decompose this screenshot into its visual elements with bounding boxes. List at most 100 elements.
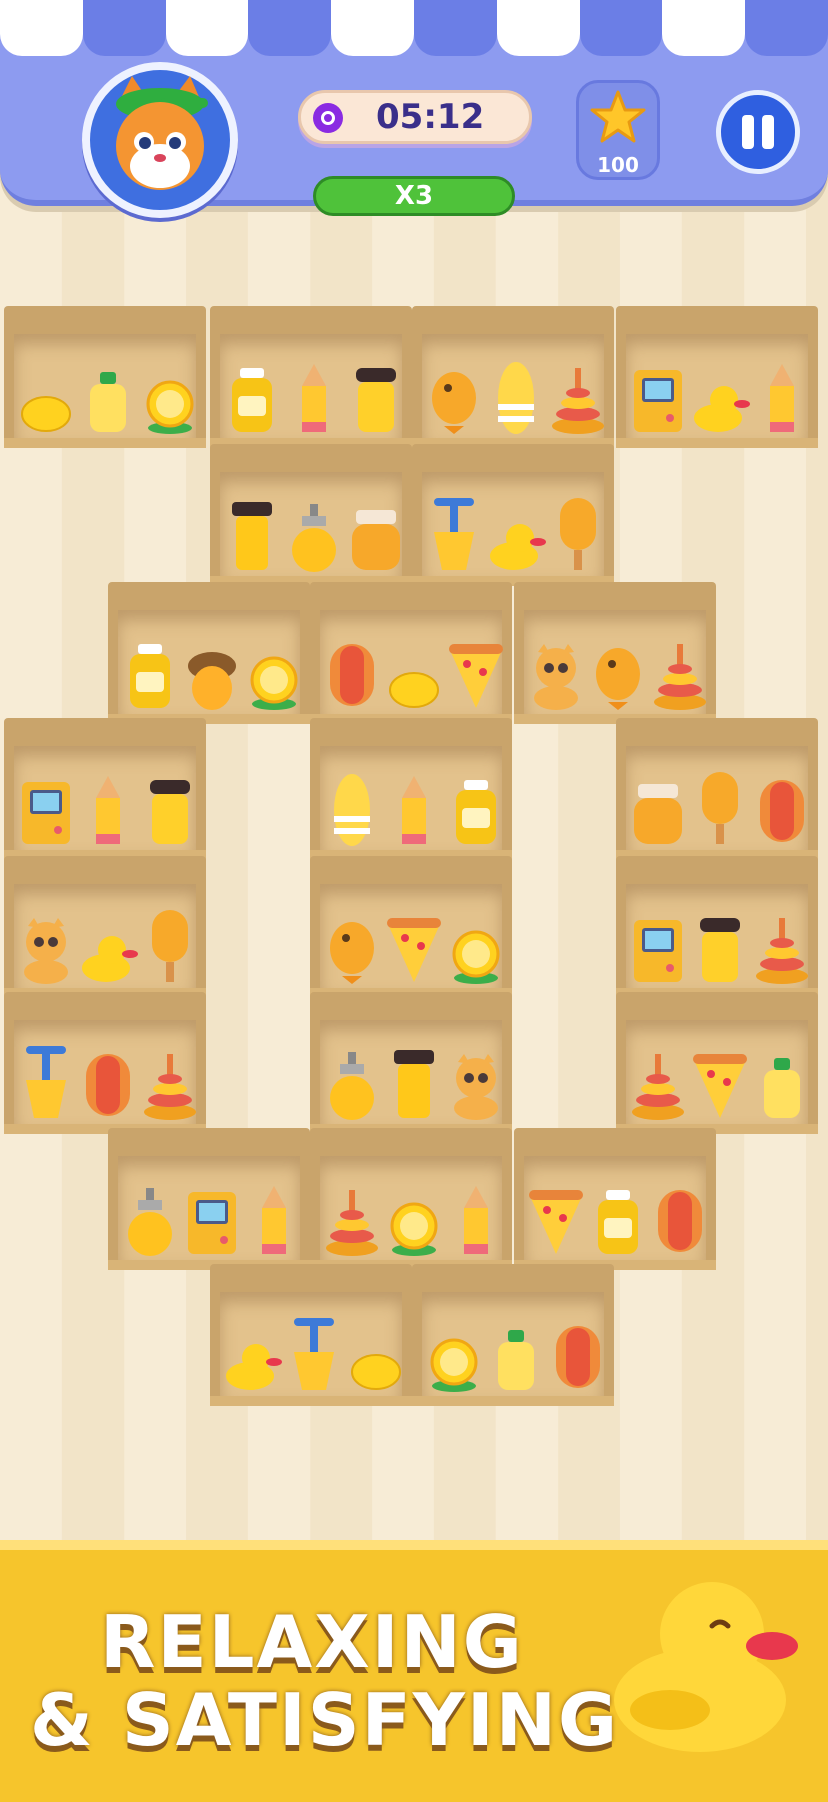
hotdog-icon[interactable]	[754, 780, 810, 846]
fish-icon[interactable]	[426, 370, 482, 434]
honey-bottle-icon[interactable]	[122, 1188, 178, 1256]
fish-icon[interactable]	[324, 920, 380, 984]
honey-jar-icon[interactable]	[348, 508, 404, 572]
pizza-slice-icon[interactable]	[386, 918, 442, 984]
lemon-slice-icon[interactable]	[142, 370, 198, 434]
ring-stacker-icon[interactable]	[550, 368, 606, 434]
mustard-jar-icon[interactable]	[122, 644, 178, 710]
shelf	[412, 1264, 614, 1406]
cat-figure-icon[interactable]	[448, 1054, 504, 1120]
cat-mascot-icon	[116, 76, 208, 190]
shelf	[310, 992, 512, 1134]
shelf	[514, 582, 716, 724]
shelf	[310, 582, 512, 724]
promo-text: RELAXING & SATISFYING	[30, 1600, 619, 1762]
rubber-duck-icon[interactable]	[488, 508, 546, 572]
juice-bottle-icon[interactable]	[80, 370, 136, 434]
pencil-icon[interactable]	[448, 1186, 504, 1256]
hotdog-icon[interactable]	[652, 1190, 708, 1256]
shelf	[616, 718, 818, 860]
popsicle-icon[interactable]	[550, 498, 606, 572]
shelf	[4, 306, 206, 448]
cat-figure-icon[interactable]	[18, 918, 74, 984]
shelf	[210, 1264, 412, 1406]
shelf	[108, 582, 310, 724]
honey-jar-icon[interactable]	[630, 782, 686, 846]
pizza-slice-icon[interactable]	[528, 1190, 584, 1256]
popsicle-icon[interactable]	[142, 910, 198, 984]
timer-text: 05:12	[376, 97, 485, 137]
shelf	[616, 856, 818, 998]
lemon-slice-icon[interactable]	[246, 646, 302, 710]
lemon-icon[interactable]	[18, 370, 74, 434]
juice-bottle-icon[interactable]	[488, 1328, 544, 1392]
shelf	[310, 1128, 512, 1270]
shelf	[412, 306, 614, 448]
shelf	[310, 856, 512, 998]
sand-shovel-icon[interactable]	[286, 1318, 342, 1392]
cat-figure-icon[interactable]	[528, 644, 584, 710]
sand-shovel-icon[interactable]	[18, 1046, 74, 1120]
lemon-slice-icon[interactable]	[386, 1192, 442, 1256]
hotdog-icon[interactable]	[324, 644, 380, 710]
pencil-icon[interactable]	[286, 364, 342, 434]
game-console-icon[interactable]	[18, 782, 74, 846]
coffee-cup-icon[interactable]	[692, 918, 748, 984]
star-count: 100	[597, 153, 639, 177]
fish-icon[interactable]	[590, 646, 646, 710]
acorn-icon[interactable]	[184, 646, 240, 710]
lemon-icon[interactable]	[386, 646, 442, 710]
shelf	[210, 444, 412, 586]
lemon-icon[interactable]	[348, 1328, 404, 1392]
coffee-cup-icon[interactable]	[348, 368, 404, 434]
sand-shovel-icon[interactable]	[426, 498, 482, 572]
lemon-slice-icon[interactable]	[448, 920, 504, 984]
star-icon	[590, 90, 646, 143]
surfboard-icon[interactable]	[488, 362, 544, 434]
popsicle-icon[interactable]	[692, 772, 748, 846]
honey-bottle-icon[interactable]	[286, 504, 342, 572]
juice-bottle-icon[interactable]	[754, 1056, 810, 1120]
ring-stacker-icon[interactable]	[630, 1054, 686, 1120]
timer-display: 05:12	[298, 90, 532, 144]
star-counter[interactable]: 100	[576, 80, 660, 180]
player-avatar[interactable]	[82, 62, 238, 218]
pencil-icon[interactable]	[80, 776, 136, 846]
hotdog-icon[interactable]	[80, 1054, 136, 1120]
pencil-icon[interactable]	[246, 1186, 302, 1256]
shelf	[514, 1128, 716, 1270]
travel-mug-icon[interactable]	[386, 1050, 442, 1120]
hotdog-icon[interactable]	[550, 1326, 606, 1392]
shelf	[108, 1128, 310, 1270]
shelf	[412, 444, 614, 586]
pencil-icon[interactable]	[754, 364, 810, 434]
awning	[0, 0, 828, 56]
pizza-slice-icon[interactable]	[448, 644, 504, 710]
ring-stacker-icon[interactable]	[754, 918, 810, 984]
ring-stacker-icon[interactable]	[142, 1054, 198, 1120]
rubber-duck-icon[interactable]	[692, 370, 750, 434]
honey-bottle-icon[interactable]	[324, 1052, 380, 1120]
pause-icon	[742, 115, 754, 149]
combo-multiplier: X3	[313, 176, 515, 216]
pause-button[interactable]	[716, 90, 800, 174]
ring-stacker-icon[interactable]	[324, 1190, 380, 1256]
shelf	[4, 718, 206, 860]
pencil-icon[interactable]	[386, 776, 442, 846]
rubber-duck-icon[interactable]	[224, 1328, 282, 1392]
promo-line-1: RELAXING	[100, 1600, 524, 1684]
mustard-jar-icon[interactable]	[590, 1190, 646, 1256]
travel-mug-icon[interactable]	[224, 502, 280, 572]
game-console-icon[interactable]	[630, 370, 686, 434]
mustard-jar-icon[interactable]	[448, 780, 504, 846]
coffee-cup-icon[interactable]	[142, 780, 198, 846]
lemon-slice-icon[interactable]	[426, 1328, 482, 1392]
pizza-slice-icon[interactable]	[692, 1054, 748, 1120]
mustard-jar-icon[interactable]	[224, 368, 280, 434]
game-console-icon[interactable]	[630, 920, 686, 984]
surfboard-icon[interactable]	[324, 774, 380, 846]
rubber-duck-icon	[614, 1582, 798, 1752]
rubber-duck-icon[interactable]	[80, 920, 138, 984]
ring-stacker-icon[interactable]	[652, 644, 708, 710]
game-console-icon[interactable]	[184, 1192, 240, 1256]
